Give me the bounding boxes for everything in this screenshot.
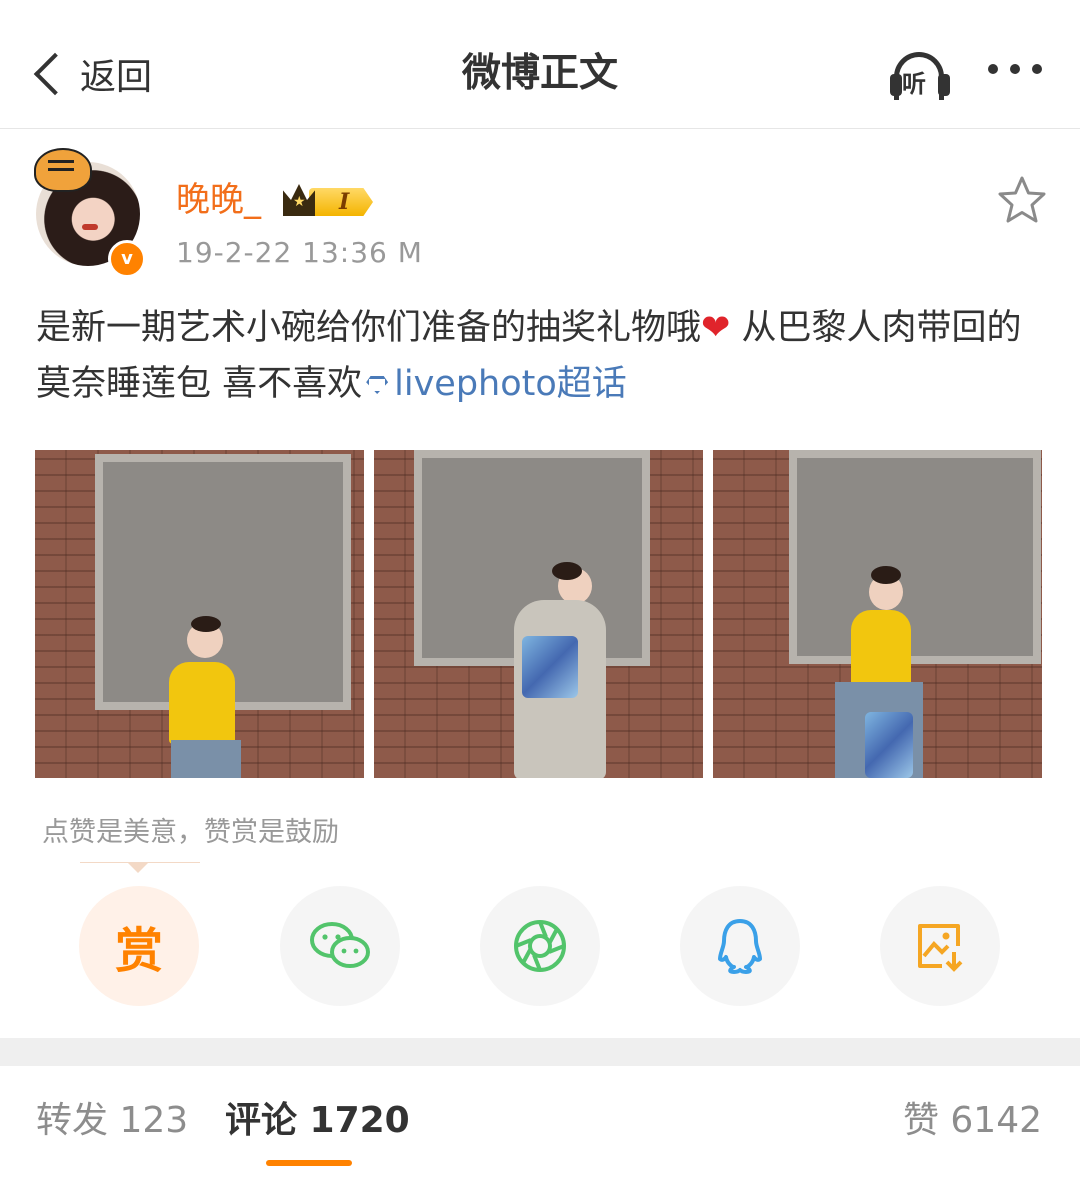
person-hair — [552, 562, 582, 580]
super-topic-link[interactable]: livephoto超话 — [362, 364, 627, 404]
interaction-tabs: 转发 123 评论 1720 赞 6142 — [0, 1066, 1080, 1181]
listen-label: 听 — [902, 70, 926, 98]
tiger-sticker-icon — [34, 148, 92, 192]
super-topic-label: livephoto超话 — [394, 364, 627, 404]
qq-icon — [718, 919, 762, 974]
person-hair — [871, 566, 901, 584]
concrete-panel — [789, 450, 1041, 664]
share-qq-button[interactable] — [680, 886, 800, 1006]
tote-bag — [865, 712, 913, 778]
reward-tip-text: 点赞是美意，赞赏是鼓励 — [42, 817, 339, 848]
diamond-icon — [366, 376, 389, 394]
member-level-badge[interactable]: I ★ — [283, 182, 381, 218]
tab-comments[interactable]: 评论 1720 — [225, 1096, 410, 1146]
person-cardigan — [169, 662, 235, 744]
more-dot-icon — [1010, 64, 1020, 74]
save-image-icon — [918, 924, 963, 972]
post-text-part1: 是新一期艺术小碗给你们准备的抽奖礼物哦 — [36, 308, 702, 348]
wechat-icon — [310, 922, 370, 968]
post-timestamp: 19-2-22 13:36 M — [176, 236, 423, 269]
reward-button[interactable]: 赏 — [79, 886, 199, 1006]
more-dot-icon — [988, 64, 998, 74]
headphones-right-ear — [938, 74, 950, 96]
person-cardigan — [851, 610, 911, 688]
headphones-left-ear — [890, 74, 902, 96]
tip-pointer-icon — [128, 863, 148, 873]
reward-icon: 赏 — [114, 923, 163, 979]
crown-star-icon: ★ — [293, 194, 306, 210]
verified-badge-icon: v — [108, 240, 146, 278]
member-tag: I — [309, 188, 373, 216]
section-separator — [0, 1038, 1080, 1066]
share-wechat-button[interactable] — [280, 886, 400, 1006]
post-image-2[interactable] — [374, 450, 703, 778]
share-moments-button[interactable] — [480, 886, 600, 1006]
author-name[interactable]: 晚晚_ — [176, 178, 261, 222]
top-nav-bar: 返回 微博正文 听 — [0, 0, 1080, 129]
member-level: I — [339, 189, 350, 215]
person-hair — [191, 616, 221, 632]
person-jeans — [171, 740, 241, 778]
more-dot-icon — [1032, 64, 1042, 74]
post-image-1[interactable] — [35, 450, 364, 778]
save-image-button[interactable] — [880, 886, 1000, 1006]
avatar-lips — [82, 224, 98, 230]
listen-button[interactable]: 听 — [888, 48, 954, 100]
heart-emoji-icon: ❤ — [701, 308, 731, 348]
favorite-star-icon[interactable] — [996, 174, 1048, 226]
tote-bag — [522, 636, 578, 698]
tab-repost[interactable]: 转发 123 — [36, 1096, 188, 1146]
tab-likes[interactable]: 赞 6142 — [903, 1096, 1042, 1146]
post-image-3[interactable] — [713, 450, 1042, 778]
post-text: 是新一期艺术小碗给你们准备的抽奖礼物哦❤ 从巴黎人肉带回的莫奈睡莲包 喜不喜欢 l… — [36, 300, 1046, 412]
active-tab-indicator — [266, 1160, 352, 1166]
moments-icon — [514, 920, 566, 972]
more-options-button[interactable] — [988, 64, 1042, 74]
